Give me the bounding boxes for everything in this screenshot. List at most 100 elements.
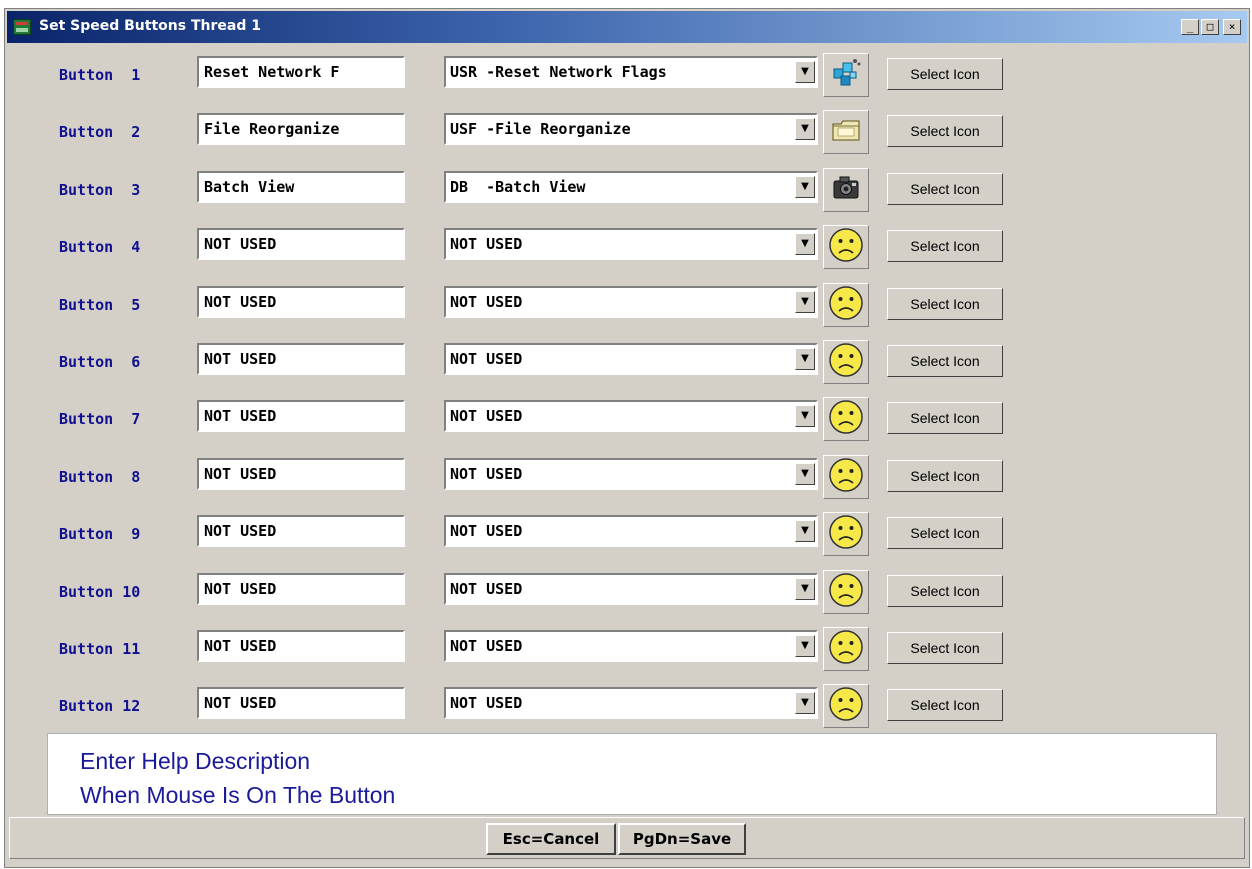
minimize-button[interactable]: _ xyxy=(1181,19,1199,35)
dropdown-arrow-button[interactable]: ▼ xyxy=(795,348,815,370)
dropdown-arrow-button[interactable]: ▼ xyxy=(795,635,815,657)
button-name-input[interactable]: NOT USED xyxy=(197,228,405,261)
select-icon-button[interactable]: Select Icon xyxy=(887,459,1003,492)
select-icon-button[interactable]: Select Icon xyxy=(887,632,1003,664)
icon-preview xyxy=(823,397,869,442)
sad-face-icon xyxy=(828,686,864,726)
sad-face-icon xyxy=(828,227,864,267)
function-select[interactable]: DB -Batch View ▼ xyxy=(444,170,818,203)
dropdown-arrow-button[interactable]: ▼ xyxy=(795,692,815,715)
network-icon xyxy=(828,55,864,95)
row-label: Button 2 xyxy=(59,123,141,142)
row-label: Button 4 xyxy=(59,238,141,257)
icon-preview xyxy=(823,512,869,557)
select-icon-button[interactable]: Select Icon xyxy=(887,115,1003,148)
icon-preview xyxy=(823,282,869,327)
dropdown-arrow-button[interactable]: ▼ xyxy=(795,290,815,313)
function-select-value: NOT USED xyxy=(450,235,523,254)
icon-preview xyxy=(823,225,869,270)
function-select-value: NOT USED xyxy=(450,694,523,713)
speed-button-row: Button 2 File Reorganize USF -File Reorgan… xyxy=(5,110,1005,155)
button-name-input[interactable]: NOT USED xyxy=(197,630,405,662)
select-icon-button[interactable]: Select Icon xyxy=(887,574,1003,607)
dropdown-arrow-button[interactable]: ▼ xyxy=(795,175,815,198)
function-select-value: NOT USED xyxy=(450,579,523,598)
icon-preview xyxy=(823,454,869,499)
speed-button-row: Button 1 Reset Network F USR -Reset Networ… xyxy=(5,53,1005,97)
icon-preview xyxy=(823,53,869,97)
function-select[interactable]: NOT USED ▼ xyxy=(444,457,818,490)
dropdown-arrow-button[interactable]: ▼ xyxy=(795,577,815,600)
function-select-value: DB -Batch View xyxy=(450,177,586,196)
sad-face-icon xyxy=(828,514,864,554)
button-name-input[interactable]: NOT USED xyxy=(197,572,405,605)
row-label: Button 3 xyxy=(59,180,141,199)
function-select[interactable]: NOT USED ▼ xyxy=(444,687,818,720)
sad-face-icon xyxy=(828,285,864,325)
row-label: Button 8 xyxy=(59,467,141,486)
select-icon-button[interactable]: Select Icon xyxy=(887,230,1003,263)
close-button[interactable]: × xyxy=(1223,19,1241,35)
function-select[interactable]: NOT USED ▼ xyxy=(444,515,818,548)
button-name-input[interactable]: NOT USED xyxy=(197,400,405,433)
button-name-input[interactable]: NOT USED xyxy=(197,515,405,548)
select-icon-button[interactable]: Select Icon xyxy=(887,402,1003,435)
speed-button-row: Button 3 Batch View DB -Batch View ▼ Select … xyxy=(5,167,1005,212)
select-icon-button[interactable]: Select Icon xyxy=(887,689,1003,722)
row-label: Button 9 xyxy=(59,525,141,544)
dropdown-arrow-button[interactable]: ▼ xyxy=(795,61,815,83)
save-button[interactable]: PgDn=Save xyxy=(618,823,746,855)
function-select[interactable]: USF -File Reorganize ▼ xyxy=(444,113,818,146)
icon-preview xyxy=(823,627,869,671)
row-label: Button 5 xyxy=(59,295,141,314)
dropdown-arrow-button[interactable]: ▼ xyxy=(795,118,815,141)
select-icon-button[interactable]: Select Icon xyxy=(887,517,1003,550)
button-name-input[interactable]: NOT USED xyxy=(197,285,405,318)
function-select-value: NOT USED xyxy=(450,407,523,426)
button-name-input[interactable]: NOT USED xyxy=(197,343,405,375)
sad-face-icon xyxy=(828,342,864,382)
button-name-input[interactable]: Reset Network F xyxy=(197,56,405,88)
help-description-box[interactable]: Enter Help Description When Mouse Is On … xyxy=(47,733,1217,815)
function-select[interactable]: NOT USED ▼ xyxy=(444,572,818,605)
camera-icon xyxy=(828,170,864,210)
folder-icon xyxy=(828,112,864,152)
row-label: Button 1 xyxy=(59,66,141,84)
button-name-input[interactable]: NOT USED xyxy=(197,457,405,490)
function-select-value: NOT USED xyxy=(450,464,523,483)
row-label: Button 11 xyxy=(59,640,141,658)
dropdown-arrow-button[interactable]: ▼ xyxy=(795,520,815,543)
row-label: Button 10 xyxy=(59,582,141,601)
function-select[interactable]: USR -Reset Network Flags ▼ xyxy=(444,56,818,88)
help-line-2: When Mouse Is On The Button xyxy=(80,782,396,808)
button-name-input[interactable]: NOT USED xyxy=(197,687,405,720)
dropdown-arrow-button[interactable]: ▼ xyxy=(795,233,815,256)
function-select[interactable]: NOT USED ▼ xyxy=(444,285,818,318)
window-title: Set Speed Buttons Thread 1 xyxy=(39,18,261,34)
icon-preview xyxy=(823,110,869,155)
dropdown-arrow-button[interactable]: ▼ xyxy=(795,462,815,485)
function-select[interactable]: NOT USED ▼ xyxy=(444,343,818,375)
select-icon-button[interactable]: Select Icon xyxy=(887,287,1003,320)
sad-face-icon xyxy=(828,457,864,497)
function-select[interactable]: NOT USED ▼ xyxy=(444,400,818,433)
title-bar[interactable]: Set Speed Buttons Thread 1 _ □ × xyxy=(7,11,1247,43)
cancel-button[interactable]: Esc=Cancel xyxy=(486,823,616,855)
sad-face-icon xyxy=(828,629,864,669)
function-select-value: NOT USED xyxy=(450,522,523,541)
function-select-value: NOT USED xyxy=(450,637,523,655)
dropdown-arrow-button[interactable]: ▼ xyxy=(795,405,815,428)
function-select-value: NOT USED xyxy=(450,292,523,311)
footer-bar: Esc=Cancel PgDn=Save xyxy=(9,817,1245,859)
select-icon-button[interactable]: Select Icon xyxy=(887,345,1003,377)
icon-preview xyxy=(823,684,869,729)
row-label: Button 7 xyxy=(59,410,141,429)
button-name-input[interactable]: File Reorganize xyxy=(197,113,405,146)
select-icon-button[interactable]: Select Icon xyxy=(887,172,1003,205)
button-name-input[interactable]: Batch View xyxy=(197,170,405,203)
function-select[interactable]: NOT USED ▼ xyxy=(444,228,818,261)
function-select-value: USF -File Reorganize xyxy=(450,120,631,139)
maximize-button[interactable]: □ xyxy=(1201,19,1219,35)
function-select[interactable]: NOT USED ▼ xyxy=(444,630,818,662)
select-icon-button[interactable]: Select Icon xyxy=(887,58,1003,90)
